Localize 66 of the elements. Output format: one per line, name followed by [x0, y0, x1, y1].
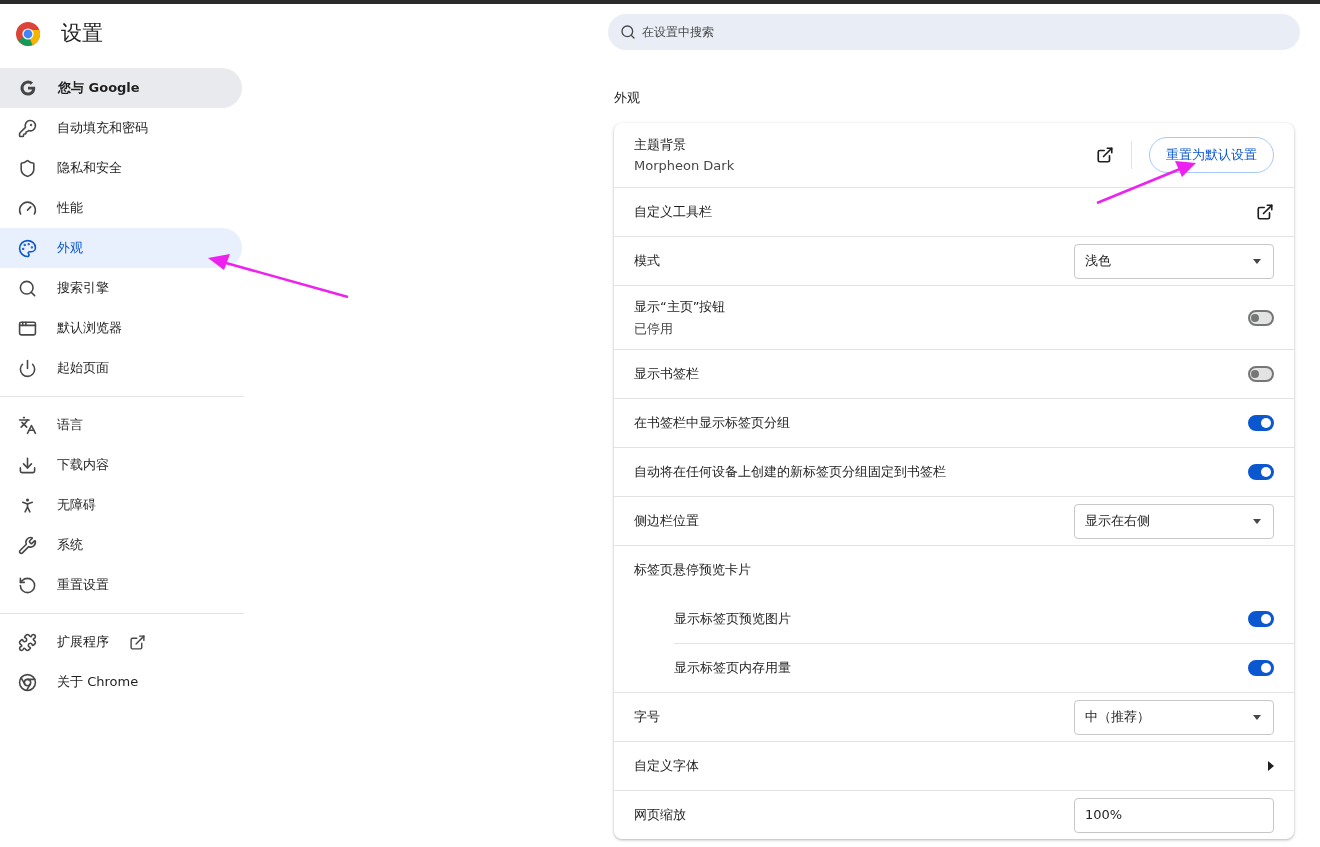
row-label: 主题背景	[634, 135, 687, 154]
row-sublabel: Morpheon Dark	[634, 157, 735, 175]
palette-icon	[18, 238, 37, 258]
search-icon	[18, 278, 37, 298]
external-link-icon	[1256, 203, 1274, 221]
sidebar-item[interactable]: 语言	[0, 405, 242, 445]
sidebar-item[interactable]: 下载内容	[0, 445, 242, 485]
section-title: 外观	[614, 89, 640, 107]
row-label: 自定义工具栏	[634, 203, 712, 222]
sidebar-item[interactable]: 隐私和安全	[0, 148, 242, 188]
shield-icon	[18, 158, 37, 178]
sidebar-item[interactable]: 外观	[0, 228, 242, 268]
translate-icon	[18, 415, 37, 435]
search-icon	[620, 24, 636, 40]
arrow-right-icon	[1268, 761, 1274, 771]
zoom-field[interactable]: 100%	[1074, 797, 1274, 833]
sidebar-item[interactable]: 性能	[0, 188, 242, 228]
row-label: 模式	[634, 252, 660, 271]
sidebar-item[interactable]: 搜索引擎	[0, 268, 242, 308]
row-label: 网页缩放	[634, 806, 686, 825]
toggle-switch[interactable]	[1248, 366, 1274, 382]
row-label: 显示标签页预览图片	[674, 609, 791, 628]
chrome-logo-icon	[15, 21, 41, 47]
toggle-switch[interactable]	[1248, 660, 1274, 676]
row-label: 自定义字体	[634, 757, 699, 776]
caret-icon	[1253, 714, 1261, 720]
dropdown-select[interactable]: 显示在右侧	[1074, 503, 1274, 539]
reset-icon	[18, 575, 37, 595]
row-sublabel: 已停用	[634, 319, 674, 338]
sidebar-item[interactable]: 无障碍	[0, 485, 242, 525]
sidebar-item[interactable]: 关于 Chrome	[0, 662, 242, 702]
toggle-switch[interactable]	[1248, 610, 1274, 627]
download-icon	[18, 455, 37, 475]
sidebar-item[interactable]: 扩展程序	[0, 622, 242, 662]
wrench-icon	[18, 535, 37, 555]
puzzle-icon	[18, 632, 37, 652]
row-label: 侧边栏位置	[634, 512, 699, 531]
row-label: 字号	[634, 708, 660, 727]
key-icon	[18, 118, 37, 138]
sidebar-item[interactable]: 重置设置	[0, 565, 242, 605]
caret-icon	[1253, 258, 1261, 264]
search-field[interactable]: 在设置中搜索	[608, 14, 1300, 50]
sidebar-item[interactable]: 自动填充和密码	[0, 108, 242, 148]
toggle-switch[interactable]	[1248, 415, 1274, 431]
row-label: 显示书签栏	[634, 365, 699, 384]
sidebar-item[interactable]: 您与 Google	[0, 68, 242, 108]
external-link-icon	[1096, 146, 1114, 164]
page-title: 设置	[61, 20, 103, 48]
sidebar-item[interactable]: 默认浏览器	[0, 308, 242, 348]
toggle-switch[interactable]	[1248, 464, 1274, 480]
dropdown-select[interactable]: 浅色	[1074, 243, 1274, 279]
google-g-icon	[18, 78, 38, 98]
row-label: 显示“主页”按钮	[634, 298, 726, 316]
dropdown-select[interactable]: 中（推荐）	[1074, 699, 1274, 735]
caret-icon	[1253, 518, 1261, 524]
chrome-icon	[18, 672, 37, 692]
gauge-icon	[18, 198, 37, 218]
sidebar-item[interactable]: 起始页面	[0, 348, 242, 388]
row-label: 显示标签页内存用量	[674, 659, 791, 678]
sidebar-item[interactable]: 系统	[0, 525, 242, 565]
row-label: 在书签栏中显示标签页分组	[634, 414, 790, 433]
row-label: 自动将在任何设备上创建的新标签页分组固定到书签栏	[634, 463, 946, 482]
row-heading: 标签页悬停预览卡片	[634, 561, 751, 580]
toggle-switch[interactable]	[1248, 309, 1274, 326]
window-icon	[18, 318, 37, 338]
power-icon	[18, 358, 37, 378]
